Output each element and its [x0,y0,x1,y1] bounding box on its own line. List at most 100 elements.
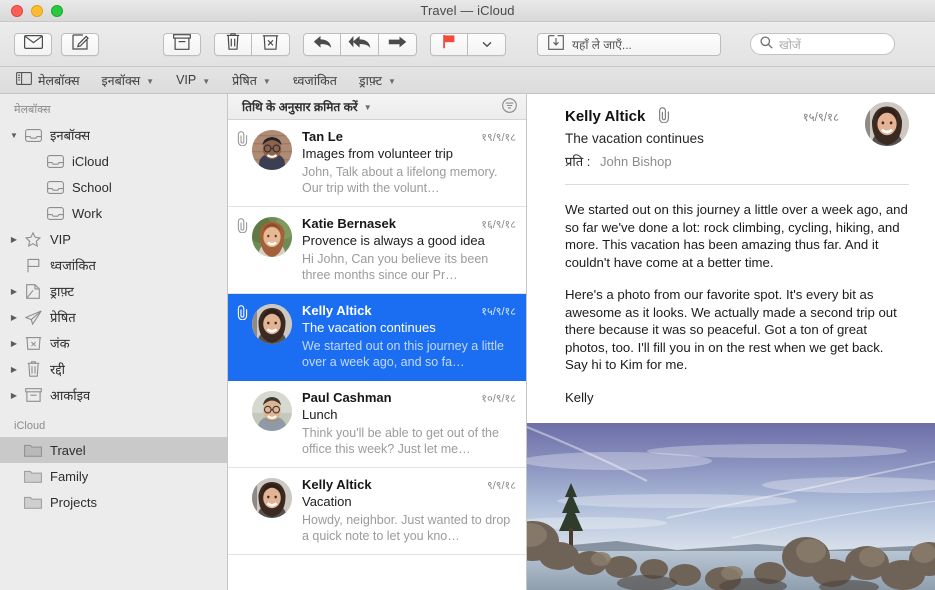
sidebar-label: Family [50,469,88,484]
sidebar-label: जंक [50,334,70,352]
fav-label-vip: VIP [176,73,196,87]
message-row[interactable]: Kelly Altick ९/९/१८ Vacation Howdy, neig… [228,468,526,555]
message-sender: Katie Bernasek [302,216,396,231]
sidebar-item-vip[interactable]: ▶ VIP [0,226,227,252]
message-header: Kelly Altick १५/९/१८ [527,94,935,170]
delete-button[interactable] [214,33,252,56]
sent-icon [22,310,44,325]
favorites-bar: मेलबॉक्स इनबॉक्स ▼ VIP ▼ प्रेषित ▼ ध्वजा… [0,67,935,94]
sidebar-label: School [72,180,112,195]
message-sender: Kelly Altick [302,477,372,492]
disclosure-closed-icon[interactable]: ▶ [6,391,22,400]
sidebar-item-archive[interactable]: ▶ आर्काइव [0,382,227,408]
message-content: Tan Le १९/९/१८ Images from volunteer tri… [302,129,516,196]
disclosure-closed-icon[interactable]: ▶ [6,287,22,296]
message-row[interactable]: Tan Le १९/९/१८ Images from volunteer tri… [228,120,526,207]
sidebar-item-flagged[interactable]: ध्वजांकित [0,252,227,278]
flag-menu-button[interactable] [468,33,506,56]
disclosure-closed-icon[interactable]: ▶ [6,339,22,348]
chevron-down-icon [482,35,492,53]
disclosure-closed-icon[interactable]: ▶ [6,235,22,244]
to-value[interactable]: John Bishop [600,154,672,169]
flag-button[interactable] [430,33,468,56]
fav-item-inbox[interactable]: इनबॉक्स ▼ [102,72,155,89]
compose-button[interactable] [61,33,99,56]
sidebar-label: Projects [50,495,97,510]
sidebar-item-sent[interactable]: ▶ प्रेषित [0,304,227,330]
message-date: १६/९/१८ [475,217,516,232]
sort-by-button[interactable]: तिथि के अनुसार क्रमित करें ▼ [242,98,372,115]
fav-item-drafts[interactable]: ड्राफ़्ट ▼ [359,72,396,89]
forward-icon [388,35,407,54]
reply-button[interactable] [303,33,341,56]
chevron-down-icon: ▼ [202,77,210,86]
fav-item-flagged[interactable]: ध्वजांकित [293,72,337,89]
inbox-icon [44,155,66,168]
junk-icon [22,336,44,350]
message-subject: Lunch [302,407,516,422]
sidebar-item-school[interactable]: School [0,174,227,200]
message-photo-attachment[interactable] [527,423,935,590]
message-recipient-row: प्रति : John Bishop [565,152,911,170]
star-icon [22,232,44,247]
flag-group [430,33,506,56]
mailboxes-toggle[interactable]: मेलबॉक्स [16,72,80,89]
sidebar-item-drafts[interactable]: ▶ ड्राफ़्ट [0,278,227,304]
sidebar-label: VIP [50,232,71,247]
mail-window: Travel — iCloud [0,0,935,590]
sidebar-item-projects[interactable]: Projects [0,489,227,515]
junk-button[interactable] [252,33,290,56]
move-to-icon [548,35,564,53]
message-sender: Kelly Altick [302,303,372,318]
sidebar-item-work[interactable]: Work [0,200,227,226]
folder-icon [22,443,44,457]
archive-button[interactable] [163,33,201,56]
search-icon [760,36,773,52]
message-list-scroll[interactable]: Tan Le १९/९/१८ Images from volunteer tri… [228,120,526,590]
sidebar-item-travel[interactable]: Travel [0,437,227,463]
message-paragraph: We started out on this journey a little … [565,201,909,271]
disclosure-open-icon[interactable]: ▼ [6,131,22,140]
message-subject: The vacation continues [302,320,516,335]
junk-icon [262,34,279,55]
sidebar-label: iCloud [72,154,109,169]
get-mail-button[interactable] [14,33,52,56]
main-split: मेलबॉक्स ▼ इनबॉक्स iCloud School [0,94,935,590]
sidebar-item-inbox[interactable]: ▼ इनबॉक्स [0,122,227,148]
message-row-selected[interactable]: Kelly Altick १५/९/१८ The vacation contin… [228,294,526,381]
sidebar-label: ध्वजांकित [50,256,96,274]
disclosure-closed-icon[interactable]: ▶ [6,313,22,322]
avatar [865,102,909,146]
fav-item-vip[interactable]: VIP ▼ [176,73,210,87]
message-list: तिथि के अनुसार क्रमित करें ▼ [228,94,527,590]
paperclip-icon [232,303,252,370]
disclosure-closed-icon[interactable]: ▶ [6,365,22,374]
message-preview: John, Talk about a lifelong memory. Our … [302,164,516,196]
paperclip-icon[interactable] [657,107,671,126]
reply-all-button[interactable] [341,33,379,56]
envelope-icon [24,35,43,54]
message-row[interactable]: Paul Cashman १०/९/१८ Lunch Think you'll … [228,381,526,468]
sidebar-label: Work [72,206,102,221]
sidebar-item-junk[interactable]: ▶ जंक [0,330,227,356]
avatar [252,478,292,518]
no-attachment [232,390,252,457]
fav-label-inbox: इनबॉक्स [102,72,141,89]
sidebar-item-trash[interactable]: ▶ रद्दी [0,356,227,382]
forward-button[interactable] [379,33,417,56]
filter-button[interactable] [502,98,517,116]
archive-icon [22,388,44,402]
sidebar-item-family[interactable]: Family [0,463,227,489]
fav-item-sent[interactable]: प्रेषित ▼ [232,72,271,89]
message-from: Kelly Altick [565,108,645,125]
sidebar-item-icloud[interactable]: iCloud [0,148,227,174]
chevron-down-icon: ▼ [364,103,372,112]
message-row[interactable]: Katie Bernasek १६/९/१८ Provence is alway… [228,207,526,294]
message-subject: Provence is always a good idea [302,233,516,248]
message-preview: Think you'll be able to get out of the o… [302,425,516,457]
flag-icon [442,34,456,54]
folder-icon [22,495,44,509]
title-bar: Travel — iCloud [0,0,935,22]
move-to-button[interactable]: यहाँ ले जाएँ... [537,33,721,56]
search-field[interactable]: खोजें [750,33,895,55]
